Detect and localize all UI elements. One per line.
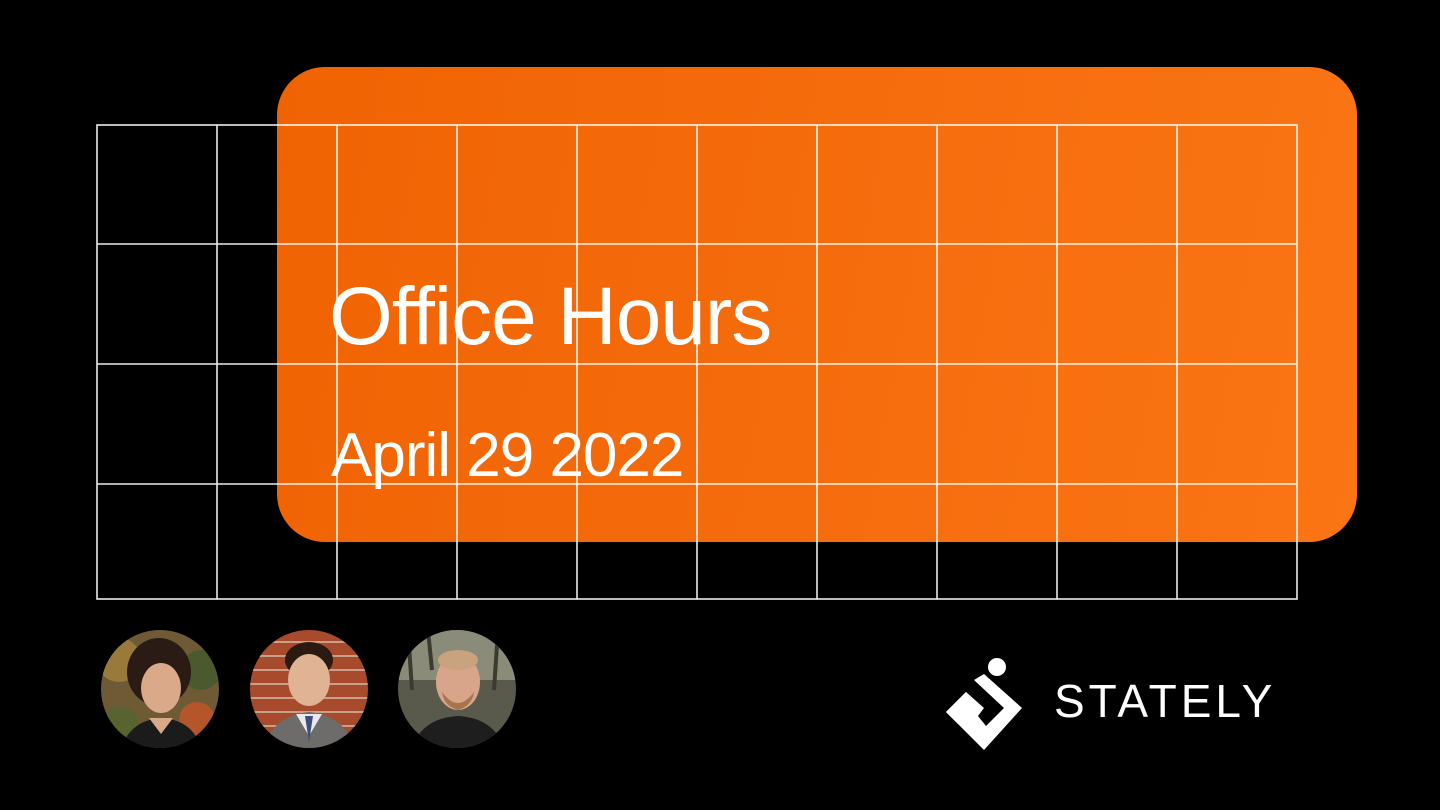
- brand-name: STATELY: [1054, 675, 1277, 727]
- event-date: April 29 2022: [331, 421, 684, 490]
- grid-overlay: [96, 124, 1298, 600]
- host-avatar-photo-icon: [250, 630, 368, 748]
- host-avatar-1: [101, 630, 219, 748]
- slide: Office Hours April 29 2022 STATELY: [0, 0, 1440, 810]
- host-avatar-3: [398, 630, 516, 748]
- host-avatar-photo-icon: [398, 630, 516, 748]
- host-avatar-2: [250, 630, 368, 748]
- stately-logo: STATELY: [944, 656, 1289, 752]
- stately-logo-mark-icon: [946, 658, 1022, 750]
- page-title: Office Hours: [329, 271, 772, 362]
- host-avatar-photo-icon: [101, 630, 219, 748]
